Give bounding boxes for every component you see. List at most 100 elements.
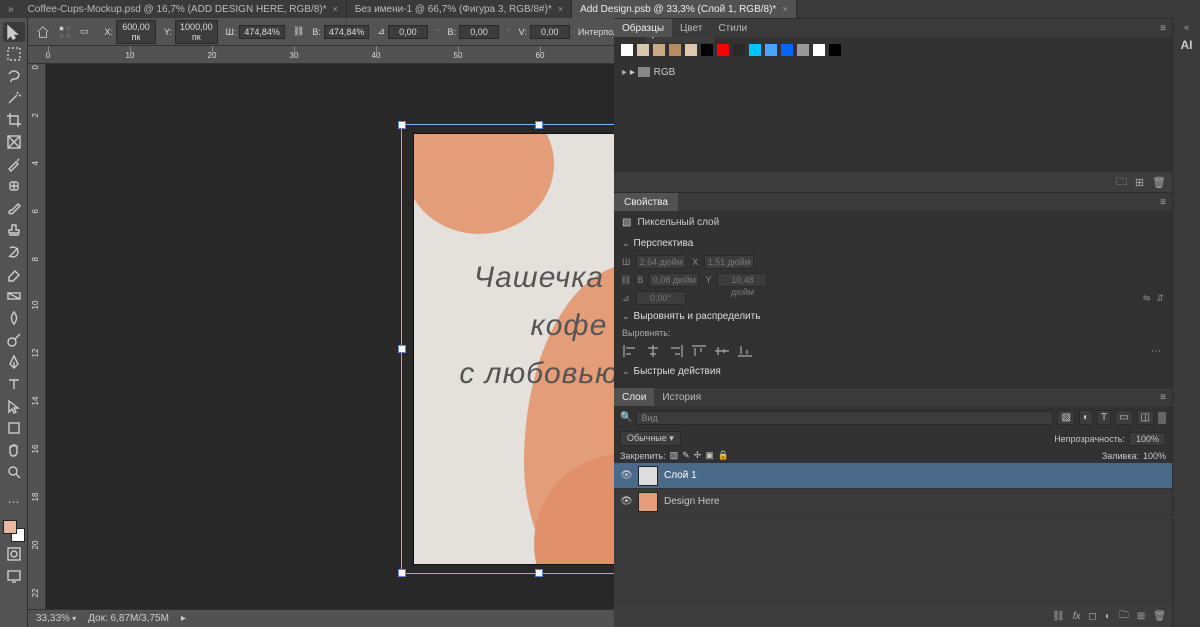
eraser-tool[interactable]	[3, 264, 25, 284]
prop-angle[interactable]: 0,00°	[636, 291, 686, 305]
lock-position-icon[interactable]: ✢	[694, 450, 702, 461]
opacity-input[interactable]: 100%	[1129, 432, 1166, 446]
more-align-icon[interactable]: ⋯	[1148, 344, 1164, 358]
doc-tab-2[interactable]: Add Design.psb @ 33,3% (Слой 1, RGB/8) *…	[572, 0, 797, 18]
swatch[interactable]	[636, 43, 650, 57]
flip-v-icon[interactable]: ⇵	[1156, 293, 1164, 304]
type-tool[interactable]	[3, 374, 25, 394]
color-swatches[interactable]	[3, 520, 25, 542]
close-icon[interactable]: ×	[333, 4, 338, 14]
tabs-overflow-icon[interactable]: »	[8, 4, 14, 15]
blur-tool[interactable]	[3, 308, 25, 328]
collapsed-panel-label[interactable]: AI	[1181, 38, 1193, 52]
transform-ref-icon[interactable]	[58, 25, 72, 39]
zoom-level[interactable]: 33,33%	[36, 613, 76, 624]
swatch[interactable]	[668, 43, 682, 57]
panel-menu-icon[interactable]: ≡	[1154, 197, 1172, 208]
frame-tool[interactable]	[3, 132, 25, 152]
heal-tool[interactable]	[3, 176, 25, 196]
transform-angle[interactable]: 0,00	[388, 25, 428, 39]
transform-w[interactable]: 474,84%	[239, 25, 285, 39]
mask-icon[interactable]: ◻	[1089, 611, 1097, 622]
tab-styles[interactable]: Стили	[710, 19, 755, 37]
swatch-folder[interactable]: ▸ RGB	[622, 67, 675, 78]
new-swatch-icon[interactable]: ⊞	[1135, 176, 1144, 189]
artboard[interactable]: Чашечка кофе с любовью	[414, 134, 614, 564]
tab-history[interactable]: История	[654, 388, 709, 406]
lock-all-icon[interactable]: ▨	[670, 450, 679, 461]
link-icon[interactable]: ⛓	[293, 25, 304, 39]
layer-row[interactable]: 👁Design Here	[614, 489, 1172, 515]
swatch[interactable]	[700, 43, 714, 57]
lock-icon[interactable]: 🔒	[718, 450, 729, 461]
chevron-right-icon[interactable]: ▸	[181, 613, 186, 624]
visibility-icon[interactable]: 👁	[620, 496, 632, 507]
panel-menu-icon[interactable]: ≡	[1154, 23, 1172, 34]
flip-h-icon[interactable]: ⇋	[1143, 293, 1151, 304]
trash-icon[interactable]: 🗑	[1153, 611, 1166, 622]
close-icon[interactable]: ×	[782, 4, 787, 14]
swatch[interactable]	[764, 43, 778, 57]
prop-h[interactable]: 0,08 дюйм	[649, 273, 699, 287]
zoom-tool[interactable]	[3, 462, 25, 482]
filter-smart-icon[interactable]: ◫	[1137, 410, 1154, 425]
wand-tool[interactable]	[3, 88, 25, 108]
expand-dock-icon[interactable]: «	[1184, 22, 1189, 32]
fx-icon[interactable]: fx	[1073, 611, 1081, 622]
filter-toggle[interactable]	[1158, 412, 1166, 424]
link-layers-icon[interactable]: ⛓	[1052, 611, 1065, 622]
panel-menu-icon[interactable]: ≡	[1154, 392, 1172, 403]
section-transform[interactable]: Перспектива	[622, 234, 1164, 253]
align-bottom-icon[interactable]	[737, 344, 753, 358]
align-icon[interactable]: ▭	[80, 25, 89, 39]
align-right-icon[interactable]	[668, 344, 684, 358]
doc-tab-1[interactable]: Без имени-1 @ 66,7% (Фигура 3, RGB/8#)*×	[347, 0, 572, 18]
swatch[interactable]	[732, 43, 746, 57]
fill-input[interactable]: 100%	[1143, 451, 1166, 461]
layer-search-input[interactable]: Вид	[636, 411, 1053, 425]
layer-row[interactable]: 👁Слой 1	[614, 463, 1172, 489]
swatch[interactable]	[620, 43, 634, 57]
adjustment-icon[interactable]: ◐	[1105, 611, 1111, 622]
doc-tab-0[interactable]: Coffee-Cups-Mockup.psd @ 16,7% (ADD DESI…	[20, 0, 347, 18]
visibility-icon[interactable]: 👁	[620, 470, 632, 481]
swatch[interactable]	[716, 43, 730, 57]
lock-artboard-icon[interactable]: ▣	[705, 450, 714, 461]
lock-pixel-icon[interactable]: ✎	[682, 450, 690, 461]
gradient-tool[interactable]	[3, 286, 25, 306]
trash-icon[interactable]: 🗑	[1152, 176, 1166, 189]
move-tool[interactable]	[3, 22, 25, 42]
shape-tool[interactable]	[3, 418, 25, 438]
section-quick[interactable]: Быстрые действия	[622, 362, 1164, 381]
prop-y[interactable]: 10,48 дюйм	[717, 273, 767, 287]
tab-layers[interactable]: Слои	[614, 388, 654, 406]
group-icon[interactable]: 🗀	[1119, 608, 1129, 625]
skew-v[interactable]: 0,00	[530, 25, 570, 39]
transform-h[interactable]: 474,84%	[324, 25, 370, 39]
history-brush-tool[interactable]	[3, 242, 25, 262]
swatch[interactable]	[748, 43, 762, 57]
filter-type-icon[interactable]: T	[1097, 410, 1111, 425]
stamp-tool[interactable]	[3, 220, 25, 240]
tab-color[interactable]: Цвет	[672, 19, 710, 37]
section-align[interactable]: Выровнять и распределить	[622, 307, 1164, 326]
swatch[interactable]	[828, 43, 842, 57]
brush-tool[interactable]	[3, 198, 25, 218]
align-hcenter-icon[interactable]	[645, 344, 661, 358]
eyedropper-tool[interactable]	[3, 154, 25, 174]
prop-w[interactable]: 2,64 дюйм	[636, 255, 686, 269]
canvas-stage[interactable]: Чашечка кофе с любовью	[46, 64, 614, 609]
pen-tool[interactable]	[3, 352, 25, 372]
ruler-horizontal[interactable]: 0102030405060708090100110	[28, 46, 614, 64]
new-folder-icon[interactable]: 🗀	[1116, 173, 1127, 192]
transform-y[interactable]: 1000,00 пк	[175, 20, 218, 44]
align-top-icon[interactable]	[691, 344, 707, 358]
hand-tool[interactable]	[3, 440, 25, 460]
new-layer-icon[interactable]: ⊞	[1137, 611, 1145, 622]
prop-x[interactable]: 1,51 дюйм	[704, 255, 754, 269]
lasso-tool[interactable]	[3, 66, 25, 86]
ruler-vertical[interactable]: 0246810121416182022	[28, 64, 46, 609]
align-vcenter-icon[interactable]	[714, 344, 730, 358]
edit-toolbar-icon[interactable]: ⋯	[3, 492, 25, 512]
align-left-icon[interactable]	[622, 344, 638, 358]
